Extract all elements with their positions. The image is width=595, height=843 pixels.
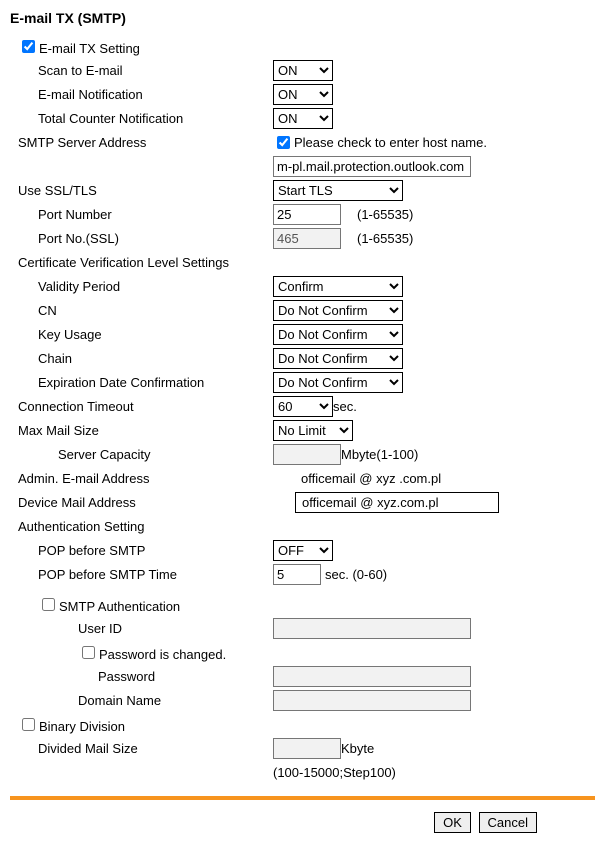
admin-email-value: officemail @ xyz .com.pl xyxy=(301,471,441,486)
divider xyxy=(10,796,595,800)
divided-unit: Kbyte xyxy=(341,741,374,756)
email-notification-select[interactable]: ON xyxy=(273,84,333,105)
key-usage-select[interactable]: Do Not Confirm xyxy=(273,324,403,345)
password-input xyxy=(273,666,471,687)
email-tx-setting-label: E-mail TX Setting xyxy=(39,41,140,56)
user-id-input xyxy=(273,618,471,639)
port-ssl-range: (1-65535) xyxy=(357,231,413,246)
timeout-unit: sec. xyxy=(333,399,357,414)
email-notification-label: E-mail Notification xyxy=(38,87,273,102)
ssl-tls-label: Use SSL/TLS xyxy=(18,183,273,198)
domain-name-label: Domain Name xyxy=(78,693,273,708)
pop-time-input[interactable] xyxy=(273,564,321,585)
server-address-input[interactable] xyxy=(273,156,471,177)
ok-button[interactable]: OK xyxy=(434,812,471,833)
auth-setting-label: Authentication Setting xyxy=(18,519,273,534)
domain-name-input xyxy=(273,690,471,711)
scan-to-email-label: Scan to E-mail xyxy=(38,63,273,78)
divided-range: (100-15000;Step100) xyxy=(273,765,396,780)
max-mail-size-select[interactable]: No Limit xyxy=(273,420,353,441)
server-capacity-label: Server Capacity xyxy=(58,447,273,462)
password-changed-checkbox[interactable] xyxy=(82,646,95,659)
cn-select[interactable]: Do Not Confirm xyxy=(273,300,403,321)
port-range: (1-65535) xyxy=(357,207,413,222)
binary-division-label: Binary Division xyxy=(39,719,125,734)
connection-timeout-label: Connection Timeout xyxy=(18,399,273,414)
connection-timeout-select[interactable]: 60 xyxy=(273,396,333,417)
port-number-input[interactable] xyxy=(273,204,341,225)
device-mail-label: Device Mail Address xyxy=(18,495,273,510)
page-title: E-mail TX (SMTP) xyxy=(10,10,595,26)
validity-period-select[interactable]: Confirm xyxy=(273,276,403,297)
port-ssl-label: Port No.(SSL) xyxy=(38,231,273,246)
cancel-button[interactable]: Cancel xyxy=(479,812,537,833)
scan-to-email-select[interactable]: ON xyxy=(273,60,333,81)
pop-before-smtp-label: POP before SMTP xyxy=(38,543,273,558)
ssl-tls-select[interactable]: Start TLS xyxy=(273,180,403,201)
pop-time-range: sec. (0-60) xyxy=(325,567,387,582)
total-counter-select[interactable]: ON xyxy=(273,108,333,129)
total-counter-label: Total Counter Notification xyxy=(38,111,273,126)
divided-mail-size-input xyxy=(273,738,341,759)
validity-period-label: Validity Period xyxy=(38,279,273,294)
admin-email-label: Admin. E-mail Address xyxy=(18,471,273,486)
hostname-checkbox[interactable] xyxy=(277,136,290,149)
expiration-label: Expiration Date Confirmation xyxy=(38,375,273,390)
hostname-label: Please check to enter host name. xyxy=(294,135,487,150)
smtp-auth-checkbox[interactable] xyxy=(42,598,55,611)
server-capacity-range: Mbyte(1-100) xyxy=(341,447,418,462)
port-ssl-input xyxy=(273,228,341,249)
device-mail-value: officemail @ xyz.com.pl xyxy=(295,492,499,513)
cert-verif-label: Certificate Verification Level Settings xyxy=(18,255,273,270)
max-mail-size-label: Max Mail Size xyxy=(18,423,273,438)
chain-select[interactable]: Do Not Confirm xyxy=(273,348,403,369)
expiration-select[interactable]: Do Not Confirm xyxy=(273,372,403,393)
user-id-label: User ID xyxy=(78,621,273,636)
password-changed-label: Password is changed. xyxy=(99,647,226,662)
email-tx-setting-checkbox[interactable] xyxy=(22,40,35,53)
key-usage-label: Key Usage xyxy=(38,327,273,342)
server-capacity-input xyxy=(273,444,341,465)
pop-time-label: POP before SMTP Time xyxy=(38,567,273,582)
port-number-label: Port Number xyxy=(38,207,273,222)
smtp-auth-label: SMTP Authentication xyxy=(59,599,180,614)
divided-mail-size-label: Divided Mail Size xyxy=(38,741,273,756)
smtp-server-label: SMTP Server Address xyxy=(18,135,273,150)
pop-before-smtp-select[interactable]: OFF xyxy=(273,540,333,561)
cn-label: CN xyxy=(38,303,273,318)
chain-label: Chain xyxy=(38,351,273,366)
password-label: Password xyxy=(98,669,273,684)
binary-division-checkbox[interactable] xyxy=(22,718,35,731)
